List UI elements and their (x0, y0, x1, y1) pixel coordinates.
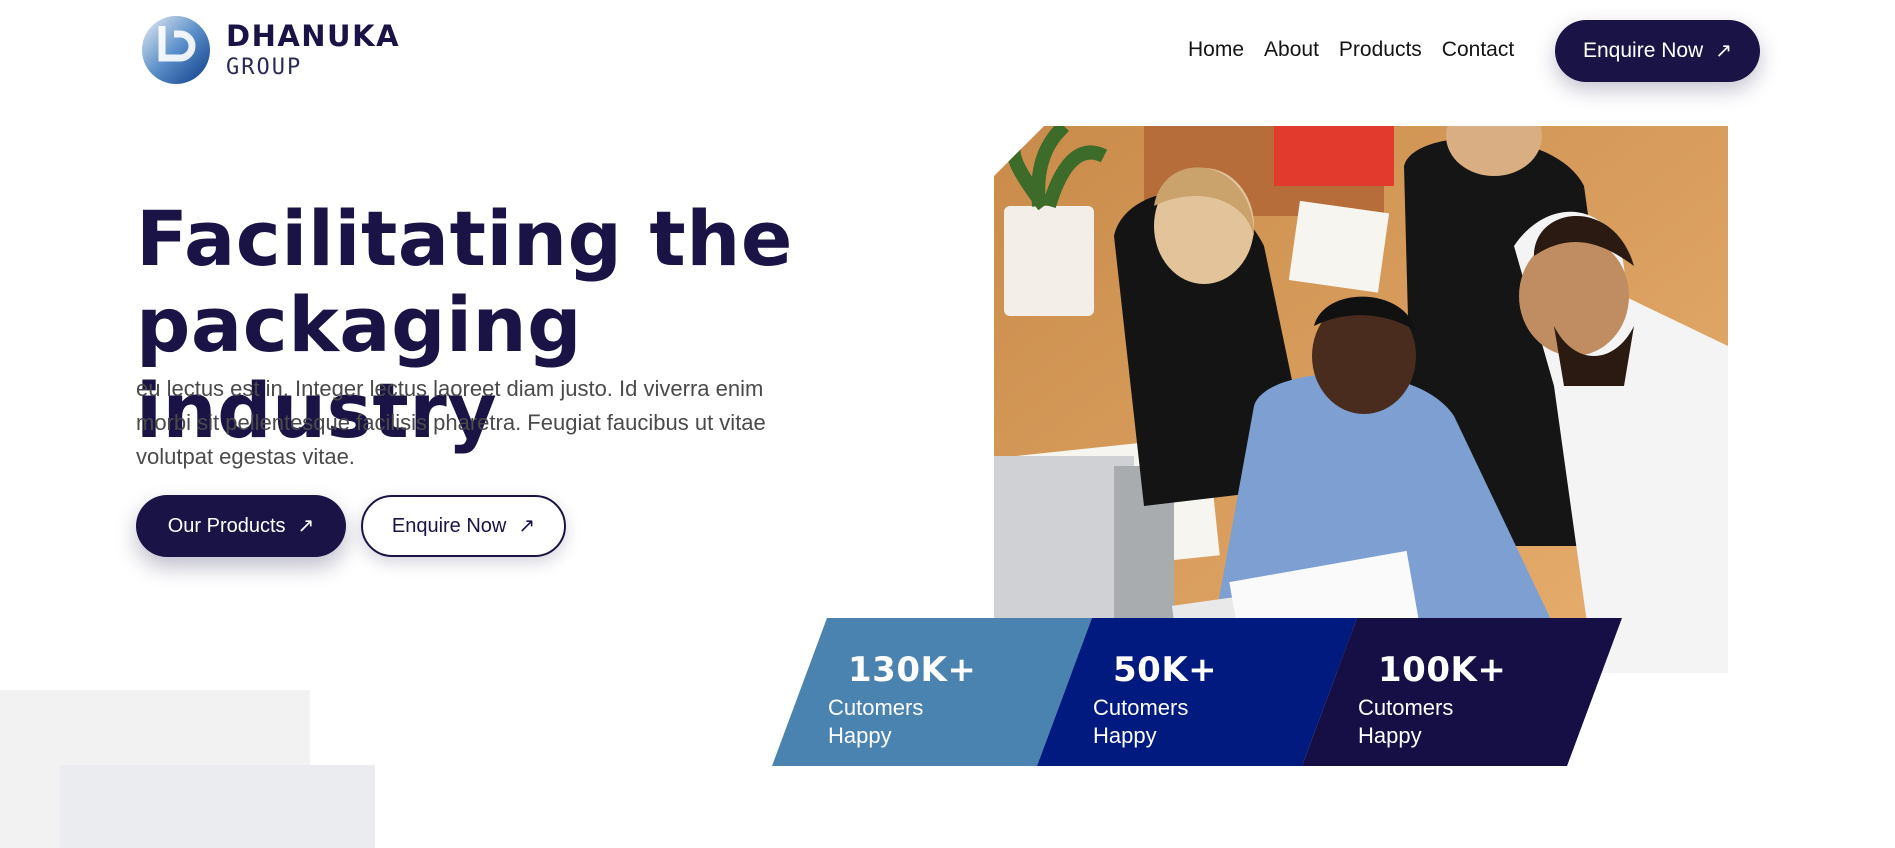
hero-image (994, 126, 1728, 673)
stat-label-line2: Happy (1093, 723, 1157, 748)
main-nav: Home About Products Contact (1188, 38, 1514, 62)
stat-label-line1: Cutomers (1358, 695, 1454, 720)
arrow-up-right-icon: ↗ (1715, 40, 1732, 62)
stat-label-line1: Cutomers (1093, 695, 1189, 720)
nav-item-products[interactable]: Products (1339, 38, 1422, 62)
stat-card: 100K+ Cutomers Happy (1302, 618, 1622, 766)
brand-name: DHANUKA (226, 18, 401, 53)
stat-label: Cutomers Happy (1358, 694, 1498, 750)
nav-item-contact[interactable]: Contact (1442, 38, 1514, 62)
hero-enquire-label: Enquire Now (391, 514, 507, 537)
background-square-overlay (60, 765, 375, 848)
stat-label: Cutomers Happy (1093, 694, 1233, 750)
arrow-up-right-icon: ↗ (297, 515, 315, 537)
hero-enquire-button[interactable]: Enquire Now ↗ (361, 495, 566, 557)
header-enquire-label: Enquire Now (1583, 39, 1704, 62)
stat-label-line2: Happy (1358, 723, 1422, 748)
stat-label: Cutomers Happy (828, 694, 968, 750)
hero-title-line1: Facilitating the (136, 194, 793, 283)
stat-value: 100K+ (1378, 650, 1507, 690)
nav-item-home[interactable]: Home (1188, 38, 1244, 62)
stat-label-line2: Happy (828, 723, 892, 748)
stat-value: 50K+ (1113, 650, 1218, 690)
header-enquire-button[interactable]: Enquire Now ↗ (1555, 20, 1760, 82)
arrow-up-right-icon: ↗ (518, 515, 536, 537)
our-products-label: Our Products (167, 514, 286, 537)
logo-icon (142, 16, 210, 84)
our-products-button[interactable]: Our Products ↗ (136, 495, 346, 557)
stat-label-line1: Cutomers (828, 695, 924, 720)
brand-subtitle: GROUP (226, 54, 303, 80)
nav-item-about[interactable]: About (1264, 38, 1319, 62)
stat-value: 130K+ (848, 650, 977, 690)
hero-description: eu lectus est in. Integer lectus laoreet… (136, 376, 766, 469)
brand-logo[interactable]: DHANUKA GROUP (140, 14, 400, 86)
